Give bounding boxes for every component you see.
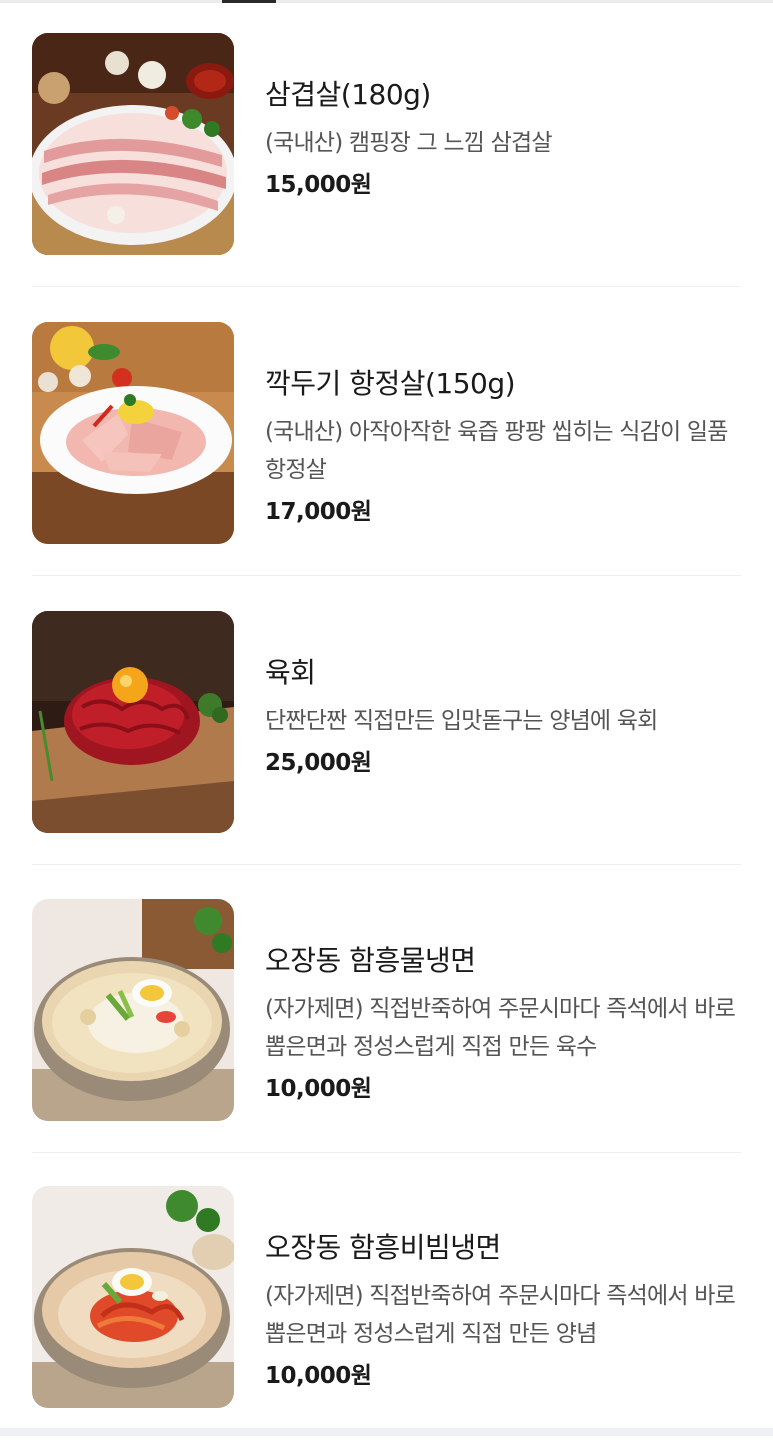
menu-item-description: (국내산) 아작아작한 육즙 팡팡 씹히는 식감이 일품 항정살 — [265, 419, 728, 483]
menu-item-name: 육회 — [265, 656, 316, 689]
pork-jowl-photo — [32, 322, 234, 544]
menu-item-name: 오장동 함흥물냉면 — [265, 944, 476, 977]
menu-item-name: 오장동 함흥비빔냉면 — [265, 1231, 501, 1264]
menu-item-description: (국내산) 캠핑장 그 느낌 삼겹살 — [265, 130, 553, 156]
spicy-cold-noodle-photo — [32, 1186, 234, 1408]
bottom-edge — [0, 1428, 773, 1436]
menu-item-price: 17,000원 — [265, 499, 372, 525]
menu-item-pork-jowl[interactable]: 깍두기 항정살(150g) (국내산) 아작아작한 육즙 팡팡 씹히는 식감이 … — [32, 289, 741, 576]
menu-item-cold-noodle-soup[interactable]: 오장동 함흥물냉면 (자가제면) 직접반죽하여 주문시마다 즉석에서 바로 뽑은… — [32, 866, 741, 1153]
menu-item-price: 15,000원 — [265, 172, 372, 198]
menu-item-name: 깍두기 항정살(150g) — [265, 367, 516, 400]
menu-item-description: 단짠단짠 직접만든 입맛돋구는 양념에 육회 — [265, 708, 658, 734]
beef-tartare-photo — [32, 611, 234, 833]
menu-item-description: (자가제면) 직접반죽하여 주문시마다 즉석에서 바로 뽑은면과 정성스럽게 직… — [265, 996, 736, 1060]
menu-item-beef-tartare[interactable]: 육회 단짠단짠 직접만든 입맛돋구는 양념에 육회 25,000원 — [32, 578, 741, 865]
pork-belly-photo — [32, 33, 234, 255]
cold-noodle-soup-photo — [32, 899, 234, 1121]
menu-item-price: 10,000원 — [265, 1363, 372, 1389]
menu-item-pork-belly[interactable]: 삼겹살(180g) (국내산) 캠핑장 그 느낌 삼겹살 15,000원 — [32, 0, 741, 287]
menu-item-spicy-cold-noodle[interactable]: 오장동 함흥비빔냉면 (자가제면) 직접반죽하여 주문시마다 즉석에서 바로 뽑… — [32, 1153, 741, 1440]
menu-item-price: 25,000원 — [265, 750, 372, 776]
menu-item-name: 삼겹살(180g) — [265, 78, 431, 111]
menu-item-description: (자가제면) 직접반죽하여 주문시마다 즉석에서 바로 뽑은면과 정성스럽게 직… — [265, 1283, 736, 1347]
menu-item-price: 10,000원 — [265, 1076, 372, 1102]
